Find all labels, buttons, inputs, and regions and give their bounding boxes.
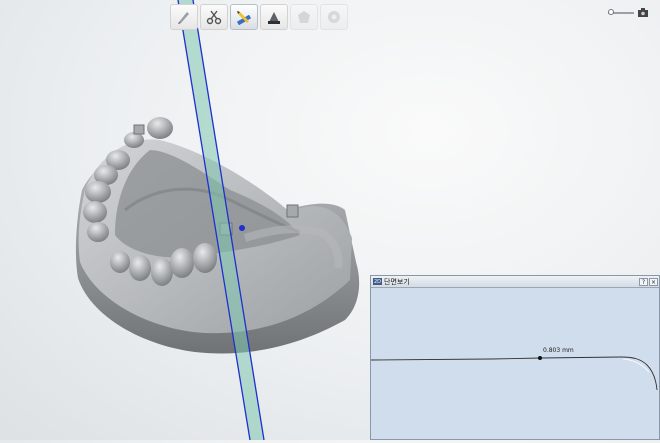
tooth — [87, 222, 109, 242]
cross-section-view[interactable]: 0.803 mm — [370, 287, 659, 439]
tooth — [83, 201, 107, 223]
scissors-icon — [206, 10, 222, 25]
tooth — [147, 117, 173, 139]
pen-tool-button[interactable] — [170, 4, 198, 30]
tooth — [85, 181, 111, 203]
3d-viewport[interactable]: 2D 단면보기 ? × 0.803 mm — [0, 0, 660, 440]
tooth — [193, 243, 217, 273]
close-button[interactable]: × — [649, 277, 658, 286]
tooth — [170, 248, 194, 278]
model-color-button[interactable] — [260, 4, 288, 30]
2d-badge-icon: 2D — [373, 278, 382, 285]
cross-section-panel[interactable]: 2D 단면보기 ? × 0.803 mm — [370, 275, 660, 440]
tooth — [129, 255, 151, 281]
zoom-slider[interactable] — [608, 8, 634, 15]
section-profile-chart — [370, 356, 658, 391]
measure-tool-button[interactable] — [230, 4, 258, 30]
pen-icon — [178, 12, 189, 24]
camera-icon[interactable] — [638, 8, 648, 17]
implant-abutment — [286, 204, 299, 218]
help-button[interactable]: ? — [639, 277, 648, 286]
measurement-label: 0.803 mm — [543, 347, 574, 354]
tooth — [151, 258, 173, 286]
model-color-icon — [268, 12, 280, 24]
panel-title: 단면보기 — [384, 277, 410, 286]
settings-icon — [328, 11, 340, 23]
shape-tool-button[interactable] — [290, 4, 318, 30]
zoom-slider-handle[interactable] — [608, 8, 614, 15]
measurement-point[interactable] — [538, 356, 542, 360]
pencil-ruler-icon — [236, 11, 252, 25]
tooth — [110, 251, 130, 273]
view-controls — [608, 8, 648, 17]
shape-icon — [298, 11, 310, 23]
main-toolbar — [170, 4, 348, 30]
implant-abutment — [133, 124, 145, 135]
profile-line — [370, 356, 658, 391]
plane-handle[interactable] — [239, 225, 245, 231]
settings-tool-button[interactable] — [320, 4, 348, 30]
cut-tool-button[interactable] — [200, 4, 228, 30]
